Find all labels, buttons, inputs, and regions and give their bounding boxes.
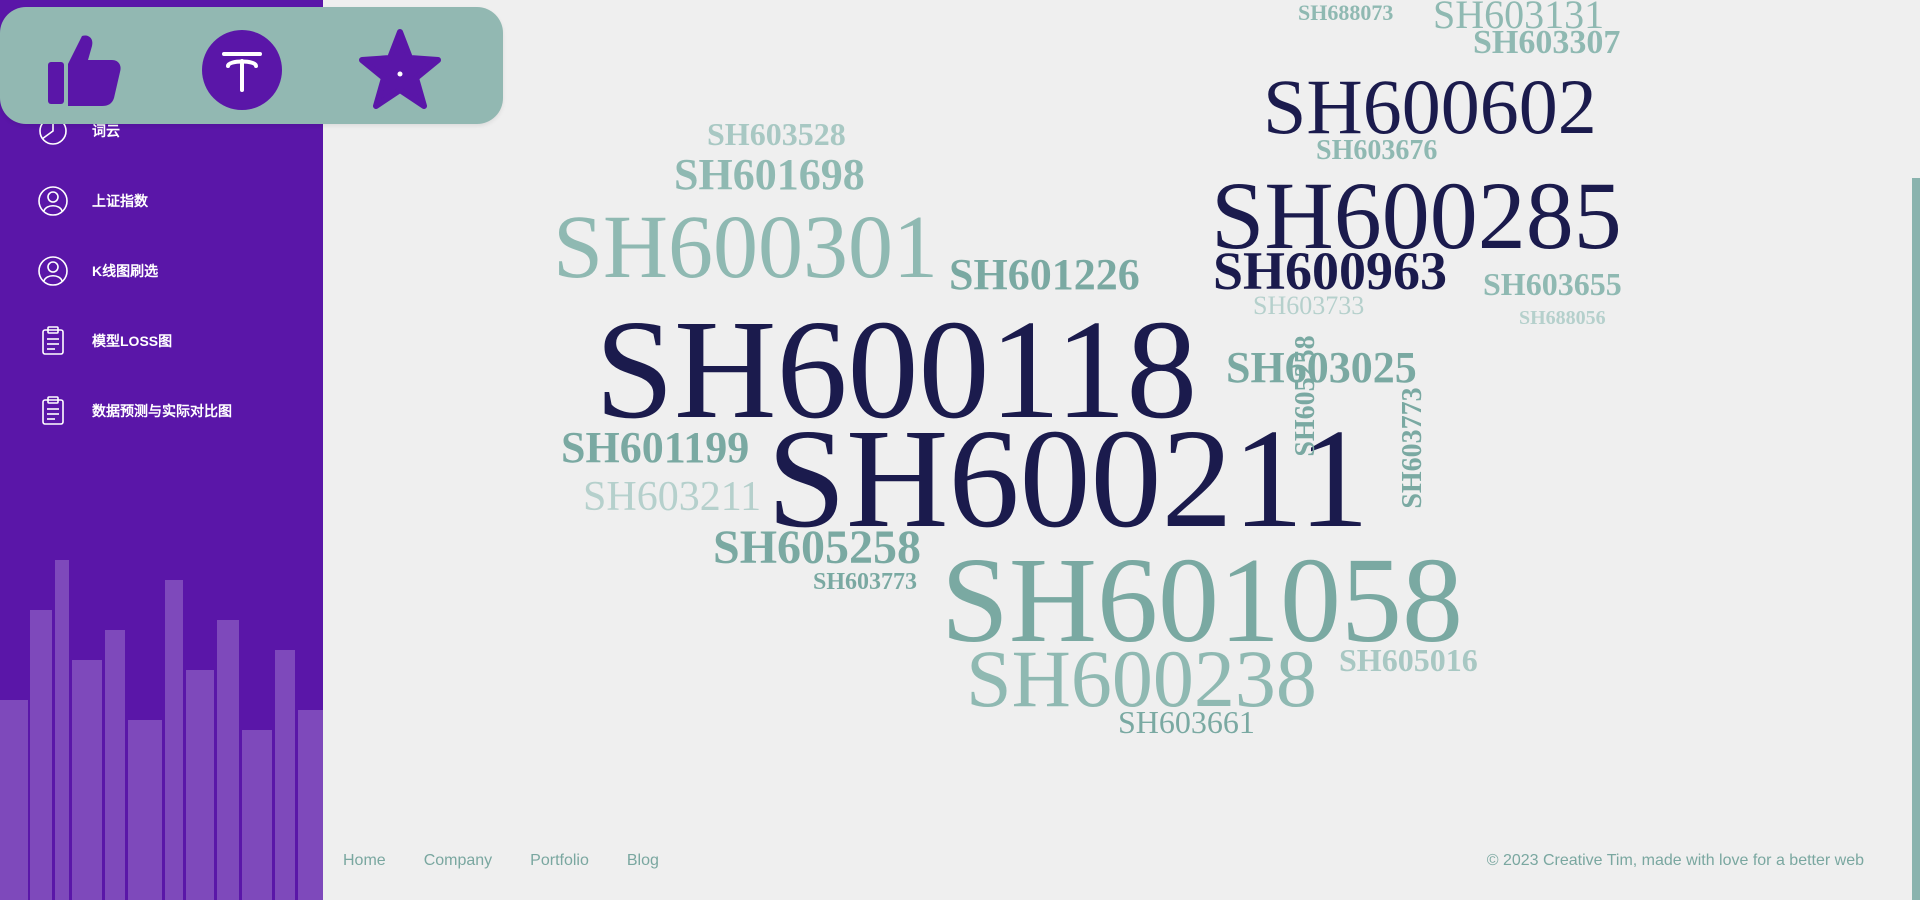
sidebar-item-model-loss[interactable]: 模型LOSS图 [0, 306, 323, 376]
word-sh601199: SH601199 [561, 423, 750, 472]
word-sh603676: SH603676 [1316, 135, 1438, 166]
word-sh603307: SH603307 [1473, 24, 1621, 61]
word-sh603589: SH603661 [1118, 704, 1255, 740]
word-cloud: SH688073 SH603131 SH603307 SH600602 SH60… [323, 0, 1920, 760]
word-sh605258-vertical: SH605258 [1290, 335, 1321, 457]
vertical-scrollbar[interactable] [1912, 178, 1920, 900]
word-sh603528: SH603528 [707, 116, 846, 152]
word-sh600301: SH600301 [553, 198, 939, 297]
footer-link-blog[interactable]: Blog [627, 852, 659, 870]
footer-link-portfolio[interactable]: Portfolio [530, 852, 589, 870]
word-sh603773-vertical: SH603773 [1397, 387, 1428, 509]
sidebar-item-kline-filter[interactable]: K线图刷选 [0, 236, 323, 306]
floating-toolbar [0, 7, 503, 124]
like-button[interactable] [42, 30, 126, 114]
sidebar-item-label: 数据预测与实际对比图 [92, 403, 232, 419]
word-sh603661: SH605016 [1339, 642, 1478, 678]
sidebar-item-prediction-vs-actual[interactable]: 数据预测与实际对比图 [0, 376, 323, 446]
coin-button[interactable] [200, 28, 284, 117]
word-sh605016: SH603773 [813, 569, 918, 595]
word-sh601058: SH605258 [713, 521, 922, 574]
user-icon [36, 184, 70, 218]
sidebar-item-label: 模型LOSS图 [92, 333, 173, 349]
word-sh688073: SH688073 [1298, 0, 1394, 25]
word-sh600963: SH600963 [1213, 241, 1448, 301]
word-sh603655: SH603655 [1483, 266, 1622, 302]
word-sh603211: SH603211 [583, 474, 762, 520]
sidebar-item-label: 上证指数 [92, 193, 148, 209]
clipboard-icon [36, 394, 70, 428]
skyline-decoration [0, 560, 323, 900]
footer-links: Home Company Portfolio Blog [343, 852, 697, 870]
sidebar-item-label: 词云 [92, 123, 120, 139]
word-sh601698: SH601698 [674, 150, 865, 199]
word-sh603025: SH603025 [1226, 343, 1417, 392]
sidebar-item-sse-index[interactable]: 上证指数 [0, 166, 323, 236]
word-sh688056: SH688056 [1519, 307, 1606, 329]
sidebar-item-label: K线图刷选 [92, 263, 159, 279]
thumbs-up-icon [42, 28, 126, 117]
clipboard-icon [36, 324, 70, 358]
copyright-text: © 2023 Creative Tim, made with love for … [1486, 852, 1864, 869]
star-icon [358, 28, 442, 117]
coin-icon [200, 28, 284, 117]
footer-link-company[interactable]: Company [424, 852, 492, 870]
sidebar-nav: 词云 上证指数 K线图刷选 模型LOSS图 数据预测与实际对比图 [0, 96, 323, 446]
word-sh603733: SH603733 [1253, 291, 1365, 320]
sidebar: 词云 上证指数 K线图刷选 模型LOSS图 数据预测与实际对比图 [0, 0, 323, 900]
footer-link-home[interactable]: Home [343, 852, 386, 870]
main-content: SH688073 SH603131 SH603307 SH600602 SH60… [323, 0, 1920, 900]
favorite-button[interactable] [358, 28, 442, 117]
user-icon [36, 254, 70, 288]
app-window: 词云 上证指数 K线图刷选 模型LOSS图 数据预测与实际对比图 SH68807… [0, 0, 1920, 900]
footer: Home Company Portfolio Blog © 2023 Creat… [323, 834, 1920, 900]
